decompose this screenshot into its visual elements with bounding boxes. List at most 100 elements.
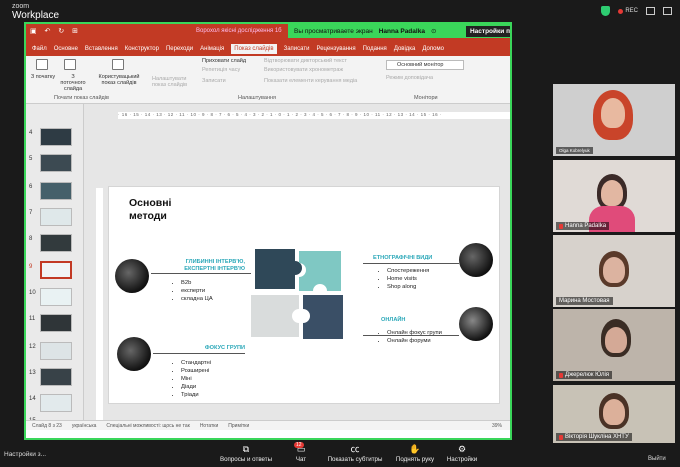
list-item: експерти: [181, 287, 213, 295]
custom-show-button[interactable]: [112, 59, 124, 70]
slide-title: Основні методи: [129, 197, 172, 222]
list-item: B2b: [181, 279, 213, 287]
presenter-view-checkbox[interactable]: Режим доповідача: [386, 75, 433, 81]
slide-thumb[interactable]: [40, 288, 72, 306]
slide-thumb[interactable]: [40, 182, 72, 200]
list-item: Shop along: [387, 283, 429, 291]
status-zoom[interactable]: 39%: [492, 423, 510, 429]
chat-button[interactable]: ▭ 12 Чат: [286, 442, 316, 463]
status-accessibility[interactable]: Спеціальні можливості: щось не так: [106, 423, 189, 429]
share-options-icon[interactable]: ⊙: [431, 27, 436, 35]
slide-thumb[interactable]: [40, 314, 72, 332]
qa-button[interactable]: ⧉ Вопросы и ответы: [214, 443, 278, 463]
monitor-select[interactable]: Основний монітор: [386, 60, 464, 70]
hand-icon: ✋: [409, 444, 421, 454]
captions-button[interactable]: ㏄ Показать субтитры: [322, 443, 388, 463]
thumb-num: 12: [29, 344, 36, 350]
list-item: Діади: [181, 383, 211, 391]
slide-thumbnails: 4 5 6 7 8 9 10 11 12 13 14 15: [26, 104, 84, 430]
group-start-label: Почати показ слайдів: [54, 95, 109, 101]
menu-review[interactable]: Рецензування: [316, 46, 355, 52]
participant-name: Hanna Padalka: [556, 222, 610, 230]
share-settings-button[interactable]: Настройки п: [465, 25, 510, 37]
from-start-button[interactable]: [36, 59, 48, 70]
group-setup-label: Налаштування: [238, 95, 277, 101]
narration-checkbox[interactable]: Відтворювати дикторський текст: [264, 58, 347, 64]
slide-canvas[interactable]: Основні методи ГЛИБИННІ ІНТЕРВ'Ю, ЕКСПЕР…: [108, 186, 500, 404]
status-language[interactable]: українська: [72, 423, 97, 429]
quick-access-icons[interactable]: ▣ ↶ ↻ ⊞: [30, 27, 81, 35]
section-label-focus-groups: ФОКУС ГРУПИ: [204, 345, 245, 351]
slide-thumb[interactable]: [40, 342, 72, 360]
ruler-horizontal: · 16 · 15 · 14 · 13 · 12 · 11 · 10 · 9 ·…: [118, 112, 510, 119]
menu-file[interactable]: Файл: [32, 46, 47, 52]
raise-hand-label: Поднять руку: [395, 456, 435, 463]
recording-indicator[interactable]: REC: [618, 8, 638, 14]
slide-thumb[interactable]: [40, 128, 72, 146]
menu-assist[interactable]: Допомо: [422, 46, 444, 52]
slide-thumb[interactable]: [40, 394, 72, 412]
list-item: Онлайн форуми: [387, 337, 442, 345]
menu-insert[interactable]: Вставлення: [85, 46, 118, 52]
custom-show-label: Користувацький показ слайдів: [98, 74, 140, 86]
menu-record[interactable]: Записати: [284, 46, 310, 52]
thumb-num: 14: [29, 396, 36, 402]
security-shield-icon[interactable]: [601, 6, 611, 16]
hide-slide-button[interactable]: Приховати слайд: [202, 58, 246, 64]
menu-animations[interactable]: Анімація: [200, 46, 224, 52]
slide-thumb-selected[interactable]: [40, 261, 72, 279]
chat-label: Чат: [295, 456, 307, 463]
thumb-num: 6: [29, 184, 33, 190]
rehearse-button[interactable]: Репетиція часу: [202, 67, 240, 73]
list-item: Home visits: [387, 275, 429, 283]
from-current-label: З поточного слайда: [60, 74, 86, 92]
list-item: Міні: [181, 375, 211, 383]
slide-thumb[interactable]: [40, 368, 72, 386]
menu-slideshow[interactable]: Показ слайдів: [231, 44, 277, 54]
participant-tile[interactable]: Марина Мостовая: [553, 235, 675, 307]
document-title: Ворохол якісні дослідження 1б: [196, 28, 282, 34]
list-item: Тріади: [181, 391, 211, 399]
record-button[interactable]: Записати: [202, 78, 226, 84]
status-comments[interactable]: Примітки: [228, 423, 249, 429]
ppt-workspace: 4 5 6 7 8 9 10 11 12 13 14 15 · 16 · 15 …: [26, 104, 510, 430]
menu-view[interactable]: Подання: [363, 46, 387, 52]
slide-thumb[interactable]: [40, 208, 72, 226]
thumb-num-selected: 9: [29, 264, 33, 270]
settings-button[interactable]: ⚙ Настройки: [444, 443, 480, 463]
thumb-num: 8: [29, 236, 33, 242]
exit-button[interactable]: Выйти: [648, 456, 666, 462]
timings-checkbox[interactable]: Використовувати хронометраж: [264, 67, 343, 73]
focus-group-photo: [117, 337, 151, 371]
audio-settings-button[interactable]: Настройки з...: [4, 451, 46, 458]
media-controls-checkbox[interactable]: Показати елементи керування медіа: [264, 78, 357, 84]
slide-thumb[interactable]: [40, 234, 72, 252]
list-ethnography: Спостереження Home visits Shop along: [379, 267, 429, 291]
menu-design[interactable]: Конструктор: [125, 46, 159, 52]
zoom-top-bar: zoom Workplace REC: [0, 0, 680, 24]
participant-tile[interactable]: Olga Kobrelyuk: [553, 84, 675, 156]
from-current-button[interactable]: [64, 59, 76, 70]
menu-help[interactable]: Довідка: [394, 46, 416, 52]
captions-label: Показать субтитры: [327, 456, 383, 463]
status-notes[interactable]: Нотатки: [200, 423, 218, 429]
thumb-num: 7: [29, 210, 33, 216]
muted-mic-icon: [559, 372, 563, 378]
ruler-vertical: [96, 188, 103, 428]
setup-show-button[interactable]: Налаштувати показ слайдів: [152, 76, 196, 88]
ppt-status-bar: Слайд 8 з 23 українська Спеціальні можли…: [26, 420, 510, 430]
list-online: Онлайн фокус групи Онлайн форуми: [379, 329, 442, 345]
section-label-interviews: ГЛИБИННІ ІНТЕРВ'Ю, ЕКСПЕРТНІ ІНТЕРВ'Ю: [184, 259, 245, 272]
participant-tile[interactable]: Вікторія Шукліна ХНТУ: [553, 385, 675, 443]
section-label-ethnography: ЕТНОГРАФІЧНІ ВИДИ: [373, 255, 433, 261]
list-item: Онлайн фокус групи: [387, 329, 442, 337]
raise-hand-button[interactable]: ✋ Поднять руку: [392, 443, 438, 463]
slide-thumb[interactable]: [40, 154, 72, 172]
fullscreen-icon[interactable]: [663, 7, 672, 15]
view-icon[interactable]: [646, 7, 655, 15]
participant-tile[interactable]: Джерелюк Юлія: [553, 309, 675, 381]
list-item: Стандартні: [181, 359, 211, 367]
menu-transitions[interactable]: Переходи: [166, 46, 193, 52]
menu-home[interactable]: Основне: [54, 46, 78, 52]
participant-tile[interactable]: Hanna Padalka: [553, 160, 675, 232]
